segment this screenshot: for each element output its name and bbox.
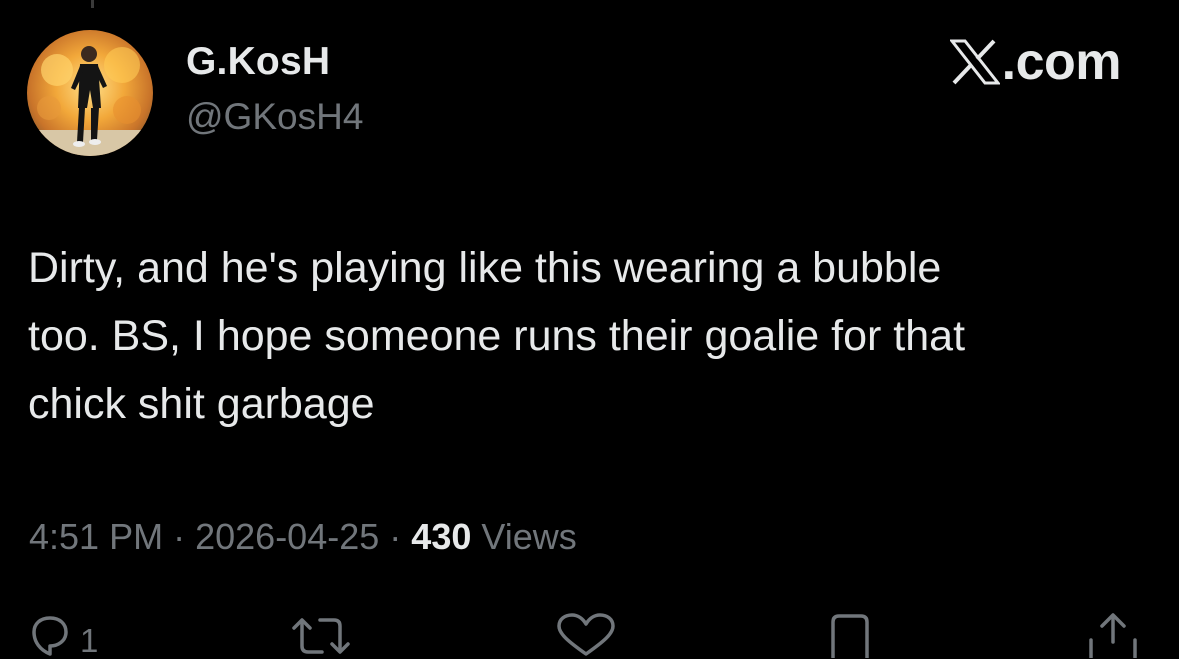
tweet-time[interactable]: 4:51 PM xyxy=(29,516,163,557)
brand-text: .com xyxy=(1001,33,1122,91)
x-logo-icon xyxy=(949,39,1000,85)
reply-count: 1 xyxy=(80,622,99,659)
reply-button[interactable]: 1 xyxy=(30,612,98,658)
views-label: Views xyxy=(481,516,577,557)
tweet-text: Dirty, and he's playing like this wearin… xyxy=(28,244,966,428)
x-brand-watermark: .com xyxy=(949,33,1122,91)
like-button[interactable] xyxy=(555,612,617,658)
tweet-meta: 4:51 PM · 2026-04-25 · 430 Views xyxy=(29,516,577,558)
avatar[interactable] xyxy=(27,30,153,156)
avatar-image xyxy=(27,30,153,156)
meta-separator: · xyxy=(173,516,186,557)
bookmark-button[interactable] xyxy=(825,612,875,658)
share-button[interactable] xyxy=(1085,612,1141,658)
author-handle[interactable]: @GKosH4 xyxy=(186,96,363,138)
reply-icon xyxy=(32,616,68,656)
bookmark-icon xyxy=(831,614,869,658)
retweet-icon xyxy=(292,618,350,654)
author-display-name[interactable]: G.KosH xyxy=(186,40,330,84)
tweet-date[interactable]: 2026-04-25 xyxy=(195,516,379,557)
retweet-button[interactable] xyxy=(288,612,354,658)
share-icon xyxy=(1089,613,1137,658)
meta-separator: · xyxy=(389,516,402,557)
views-count: 430 xyxy=(411,516,472,557)
heart-icon xyxy=(557,613,615,656)
thread-line xyxy=(91,0,94,8)
